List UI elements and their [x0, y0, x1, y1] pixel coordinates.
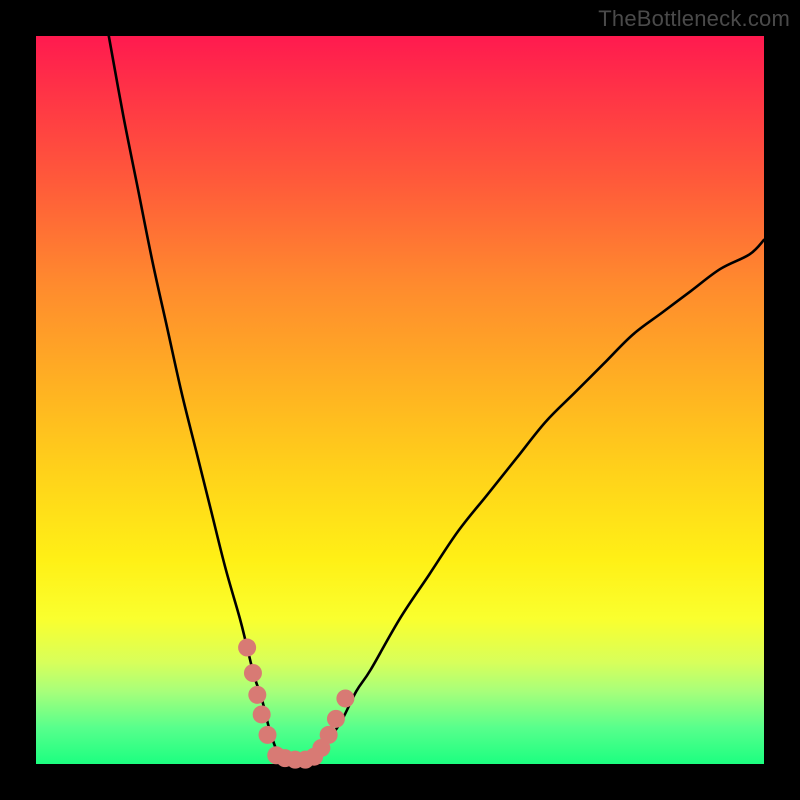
- chart-frame: TheBottleneck.com: [0, 0, 800, 800]
- plot-gradient-background: [36, 36, 764, 764]
- watermark-text: TheBottleneck.com: [598, 6, 790, 32]
